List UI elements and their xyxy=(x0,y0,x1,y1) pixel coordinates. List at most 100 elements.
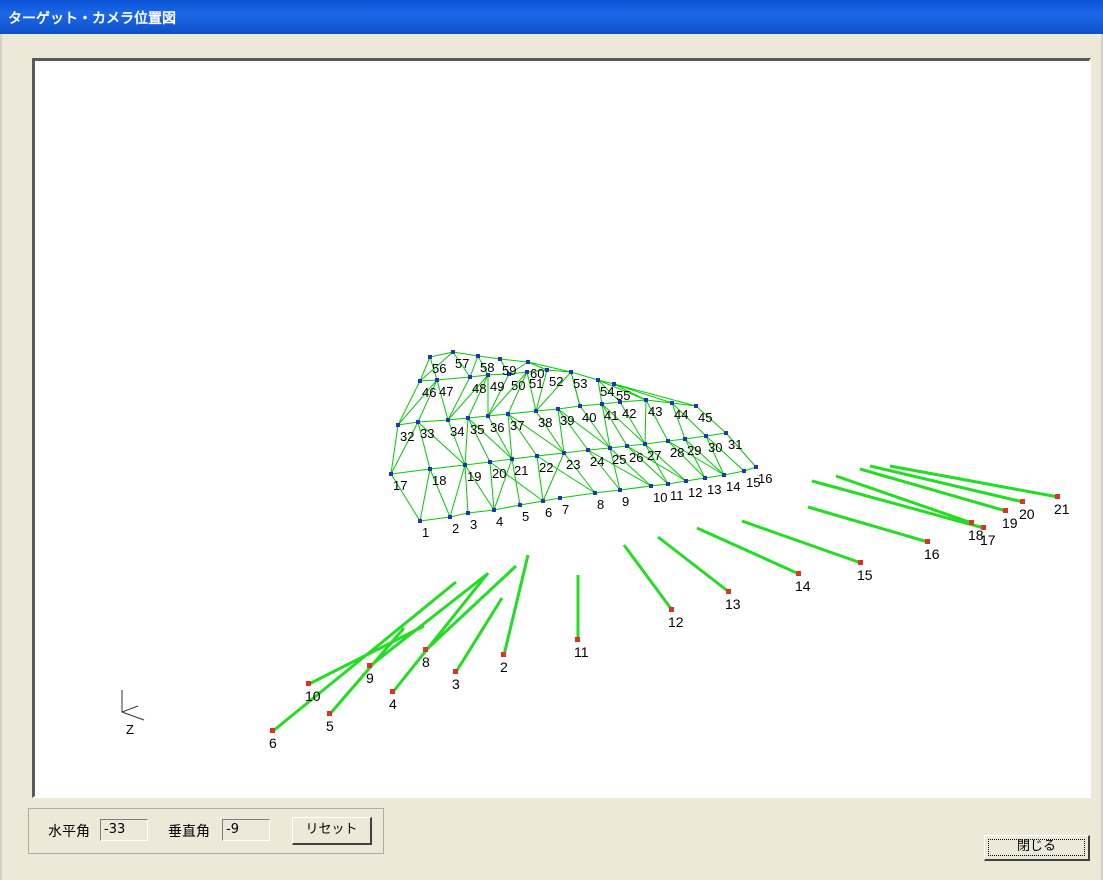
target-marker xyxy=(683,437,687,441)
target-label: 2 xyxy=(452,521,459,536)
target-marker xyxy=(754,465,758,469)
frame-edge xyxy=(559,492,596,499)
camera-marker xyxy=(669,607,674,612)
camera-label: 14 xyxy=(795,578,811,594)
target-marker xyxy=(562,451,566,455)
frame-edge xyxy=(499,358,529,363)
camera-label: 8 xyxy=(422,654,430,670)
target-marker xyxy=(644,398,648,402)
target-marker xyxy=(446,418,450,422)
camera-label: 9 xyxy=(366,670,374,686)
target-label: 47 xyxy=(439,384,453,399)
camera-label: 4 xyxy=(389,696,397,712)
title-bar[interactable]: ターゲット・カメラ位置図 xyxy=(0,0,1103,34)
target-marker xyxy=(396,423,400,427)
target-marker xyxy=(666,482,670,486)
target-marker xyxy=(569,370,573,374)
camera-label: 2 xyxy=(500,659,508,675)
axis-z xyxy=(121,711,145,721)
vertical-angle-label: 垂直角 xyxy=(168,824,210,840)
frame-edge xyxy=(449,512,469,518)
target-label: 43 xyxy=(648,404,662,419)
target-label: 49 xyxy=(490,379,504,394)
3d-viewport[interactable]: 1 2 3 4 5 6 7 8 9 10 11 12 13 14 15 16 17 18 19 20 21 22 23 24 2… xyxy=(32,58,1091,798)
target-label: 19 xyxy=(467,469,481,484)
target-label: 7 xyxy=(562,502,569,517)
reset-button[interactable]: リセット xyxy=(292,817,372,845)
frame-edge xyxy=(467,415,489,419)
camera-marker xyxy=(423,647,428,652)
target-label: 9 xyxy=(622,494,629,509)
target-label: 59 xyxy=(502,363,516,378)
target-label: 18 xyxy=(432,473,446,488)
frame-edge xyxy=(563,449,589,454)
target-marker xyxy=(722,473,726,477)
target-marker xyxy=(463,463,467,467)
target-marker xyxy=(526,360,530,364)
target-label: 44 xyxy=(674,407,688,422)
frame-edge xyxy=(594,489,621,494)
target-label: 24 xyxy=(590,454,604,469)
camera-marker xyxy=(1055,494,1060,499)
frame-edge xyxy=(704,474,725,479)
frame-edge xyxy=(419,516,451,522)
target-marker xyxy=(498,357,502,361)
target-label: 48 xyxy=(472,381,486,396)
frame-edge xyxy=(390,468,431,475)
frame-edge xyxy=(449,464,466,518)
target-marker xyxy=(506,412,510,416)
target-marker xyxy=(649,484,653,488)
camera-marker xyxy=(1003,508,1008,513)
horizontal-angle-label: 水平角 xyxy=(48,824,90,840)
target-label: 35 xyxy=(470,422,484,437)
axis-x xyxy=(121,705,139,713)
target-marker xyxy=(418,519,422,523)
camera-label: 15 xyxy=(857,567,873,583)
horizontal-angle-input[interactable]: -33 xyxy=(100,819,148,841)
target-label: 41 xyxy=(604,408,618,423)
frame-edge xyxy=(429,464,466,470)
target-marker xyxy=(525,370,529,374)
target-label: 27 xyxy=(647,448,661,463)
frame-edge xyxy=(397,421,419,426)
target-marker xyxy=(703,476,707,480)
camera-label: 3 xyxy=(452,676,460,692)
target-label: 42 xyxy=(622,406,636,421)
target-label: 10 xyxy=(653,490,667,505)
frame-edge xyxy=(557,405,581,410)
camera-ray xyxy=(502,554,530,656)
camera-marker xyxy=(726,589,731,594)
frame-edge xyxy=(579,403,603,407)
frame-edge xyxy=(464,417,469,466)
target-marker xyxy=(545,368,549,372)
target-marker xyxy=(742,469,746,473)
target-marker xyxy=(389,472,393,476)
frame-edge xyxy=(519,500,544,506)
camera-label: 11 xyxy=(574,644,589,660)
close-button[interactable]: 閉じる xyxy=(984,835,1090,861)
target-label: 5 xyxy=(522,509,529,524)
target-label: 54 xyxy=(600,384,614,399)
target-label: 60 xyxy=(530,366,544,381)
frame-edge xyxy=(609,445,628,449)
frame-edge xyxy=(464,461,491,466)
target-label: 22 xyxy=(539,460,553,475)
target-label: 6 xyxy=(545,505,552,520)
target-label: 20 xyxy=(492,466,506,481)
target-marker xyxy=(468,375,472,379)
camera-marker xyxy=(453,669,458,674)
target-label: 25 xyxy=(612,452,626,467)
target-marker xyxy=(625,444,629,448)
camera-ray xyxy=(391,572,490,693)
target-marker xyxy=(466,416,470,420)
target-label: 23 xyxy=(566,457,580,472)
target-label: 32 xyxy=(400,429,414,444)
camera-label: 6 xyxy=(269,735,277,751)
camera-label: 13 xyxy=(725,596,741,612)
frame-edge xyxy=(644,440,669,445)
vertical-angle-input[interactable]: -9 xyxy=(222,819,270,841)
target-label: 37 xyxy=(510,418,524,433)
camera-label: 20 xyxy=(1019,506,1035,522)
reset-button-label: リセット xyxy=(305,822,358,837)
target-label: 29 xyxy=(687,443,701,458)
